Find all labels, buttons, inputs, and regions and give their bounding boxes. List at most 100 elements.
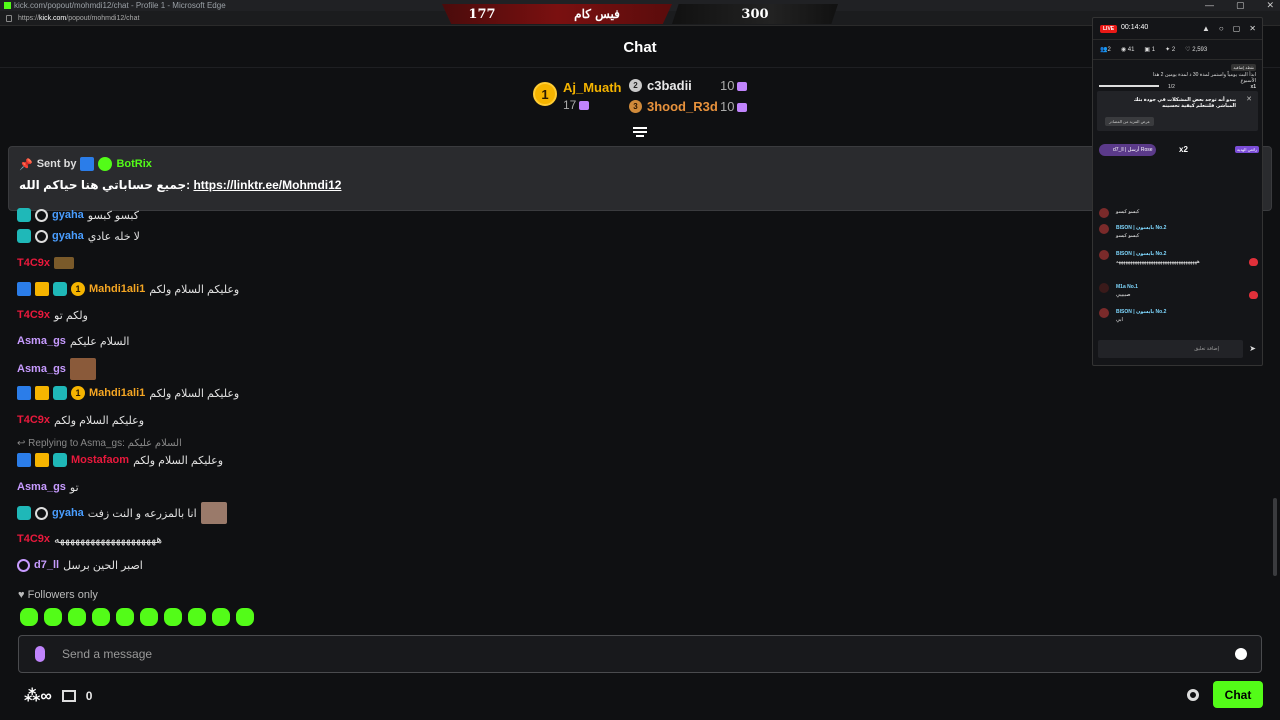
expand-icon[interactable]: ▢: [1233, 24, 1241, 33]
quality-notice: ✕ يبدو أنه توجد بعض المشكلات في جودة بثك…: [1097, 91, 1258, 131]
emote-button[interactable]: [212, 608, 230, 626]
overlay-chat-username[interactable]: M1a No.1: [1116, 284, 1138, 290]
chat-username[interactable]: Asma_gs: [17, 335, 66, 347]
goal-multiplier: x1: [1250, 84, 1256, 90]
stat-subs: ▣ 1: [1144, 47, 1156, 53]
bronze-medal-icon: 3: [629, 100, 642, 113]
close-icon[interactable]: ✕: [1246, 95, 1252, 103]
overlay-chat-message: كبسو كبسو: [1099, 208, 1259, 220]
channel-points-icon[interactable]: ⁂∞: [24, 686, 52, 706]
live-badge: LIVE: [1100, 25, 1118, 33]
notice-button[interactable]: عرض المزيد من المصادر: [1105, 117, 1155, 126]
close-button[interactable]: ✕: [1266, 0, 1274, 11]
kick-logo-icon: [4, 2, 11, 9]
chat-username[interactable]: d7_ll: [34, 559, 59, 571]
emoji-picker-icon[interactable]: [1235, 648, 1247, 660]
notice-text: يبدو أنه توجد بعض المشكلات في جودة بثك ا…: [1133, 97, 1236, 109]
pinned-sender[interactable]: BotRix: [116, 158, 151, 170]
chat-username[interactable]: gyaha: [52, 507, 84, 519]
stream-overlay-panel: LIVE 00:14:40 ▲ ○ ▢ ✕ 👥2 ◉ 41 ▣ 1 ✦ 2 ♡ 2,5…: [1092, 17, 1263, 366]
send-icon[interactable]: ➤: [1249, 344, 1256, 353]
og-badge-icon: [17, 229, 31, 243]
stream-timer: 00:14:40: [1121, 24, 1149, 31]
window-controls: — ▢ ✕: [1205, 0, 1274, 11]
overlay-comment-input[interactable]: إضافة تعليق: [1098, 340, 1243, 358]
leaderboard-third[interactable]: 3 3hood_R3d 10: [629, 99, 759, 115]
chat-message: Mostafaom وعليكم السلام ولكم: [17, 449, 223, 471]
chat-message: gyaha انا بالمزرعه و النت زفت: [17, 502, 227, 524]
reply-context[interactable]: ↩ Replying to Asma_gs: السلام عليكم: [17, 438, 182, 449]
overlay-chat-message: BISON | بايسون No.2 ابي: [1099, 308, 1259, 330]
chat-username[interactable]: Mahdi1ali1: [89, 387, 145, 399]
maximize-button[interactable]: ▢: [1236, 0, 1245, 11]
emote-button[interactable]: [44, 608, 62, 626]
overlay-chat-username[interactable]: BISON | بايسون No.2: [1116, 251, 1166, 257]
leaderboard-second[interactable]: 2 c3badii 10: [629, 78, 759, 94]
moderator-badge-icon: [80, 157, 95, 171]
chat-text: وعليكم السلام ولكم: [54, 414, 145, 427]
sent-by-label: Sent by: [36, 158, 77, 170]
chat-input[interactable]: Send a message: [18, 635, 1262, 673]
chat-send-button[interactable]: Chat: [1213, 681, 1263, 708]
collapse-leaderboard-icon[interactable]: [633, 127, 647, 137]
microphone-icon[interactable]: [35, 646, 45, 662]
chat-username[interactable]: gyaha: [52, 230, 84, 242]
chat-username[interactable]: Mahdi1ali1: [89, 283, 145, 295]
emote-button[interactable]: [92, 608, 110, 626]
store-icon[interactable]: [61, 690, 76, 702]
chat-username[interactable]: T4C9x: [17, 257, 50, 269]
gifter-badge-icon: 1: [71, 282, 85, 296]
lock-icon[interactable]: ▲: [1202, 24, 1210, 33]
chat-input-placeholder: Send a message: [62, 647, 153, 661]
chat-message: Asma_gs تو: [17, 476, 79, 498]
stat-likes: ♡ 2,593: [1185, 47, 1208, 53]
stat-follows: ✦ 2: [1165, 47, 1176, 53]
emote-image: [69, 358, 96, 380]
gift-label: رائعي الهدية: [1234, 146, 1259, 153]
pinned-message[interactable]: 📌 Sent by BotRix جميع حساباتي هنا حياكم …: [8, 146, 1272, 211]
avatar: [1099, 208, 1109, 218]
emote-button[interactable]: [188, 608, 206, 626]
chat-message: gyaha كبسو كبسو: [17, 204, 139, 226]
chat-message: d7_ll اصبر الحين برسل: [17, 554, 143, 576]
chat-username[interactable]: Mostafaom: [71, 454, 129, 466]
moderator-badge-icon: [17, 453, 31, 467]
pinned-link[interactable]: https://linktr.ee/Mohmdi12: [193, 178, 341, 192]
overlay-chat-text: ابي: [1116, 317, 1123, 323]
emote-image: [200, 502, 227, 524]
heart-icon: [1249, 291, 1258, 299]
verified-badge-icon: [98, 157, 113, 171]
chat-username[interactable]: gyaha: [52, 209, 84, 221]
emote-button[interactable]: [236, 608, 254, 626]
overlay-chat-username[interactable]: BISON | بايسون No.2: [1116, 309, 1166, 315]
emote-button[interactable]: [164, 608, 182, 626]
subscriber-badge-icon: [17, 558, 30, 572]
chat-username[interactable]: Asma_gs: [17, 363, 66, 375]
close-icon[interactable]: ✕: [1249, 24, 1256, 33]
chat-username[interactable]: Asma_gs: [17, 481, 66, 493]
chat-message: 1 Mahdi1ali1 وعليكم السلام ولكم: [17, 278, 239, 300]
chat-message: Asma_gs السلام عليكم: [17, 330, 130, 352]
overlay-chat-username[interactable]: BISON | بايسون No.2: [1116, 225, 1166, 231]
goal-text: ابدأ البث يومياً واستمر لمدة 30 د لمدة ي…: [1152, 72, 1256, 84]
emote-button[interactable]: [68, 608, 86, 626]
followers-only-notice: ♥ Followers only: [18, 589, 98, 601]
minimize-button[interactable]: —: [1205, 0, 1214, 11]
settings-gear-icon[interactable]: [1187, 689, 1199, 701]
chat-message: 1 Mahdi1ali1 وعليكم السلام ولكم: [17, 382, 239, 404]
right-score: 300: [672, 4, 838, 24]
chat-username[interactable]: T4C9x: [17, 309, 50, 321]
chat-username[interactable]: T4C9x: [17, 533, 50, 545]
emote-button[interactable]: [20, 608, 38, 626]
emote-button[interactable]: [116, 608, 134, 626]
chat-scrollbar[interactable]: [1273, 498, 1277, 576]
chat-username[interactable]: T4C9x: [17, 414, 50, 426]
subscriber-badge-icon: [35, 208, 48, 222]
chat-footer-left: ⁂∞ 0: [24, 686, 92, 706]
gift-count: x2: [1179, 145, 1188, 154]
refresh-icon[interactable]: ○: [1219, 24, 1224, 33]
gift-icon: [579, 101, 590, 111]
emote-button[interactable]: [140, 608, 158, 626]
stat-viewers: ◉ 41: [1120, 47, 1135, 53]
gold-medal-icon: 1: [533, 82, 557, 106]
